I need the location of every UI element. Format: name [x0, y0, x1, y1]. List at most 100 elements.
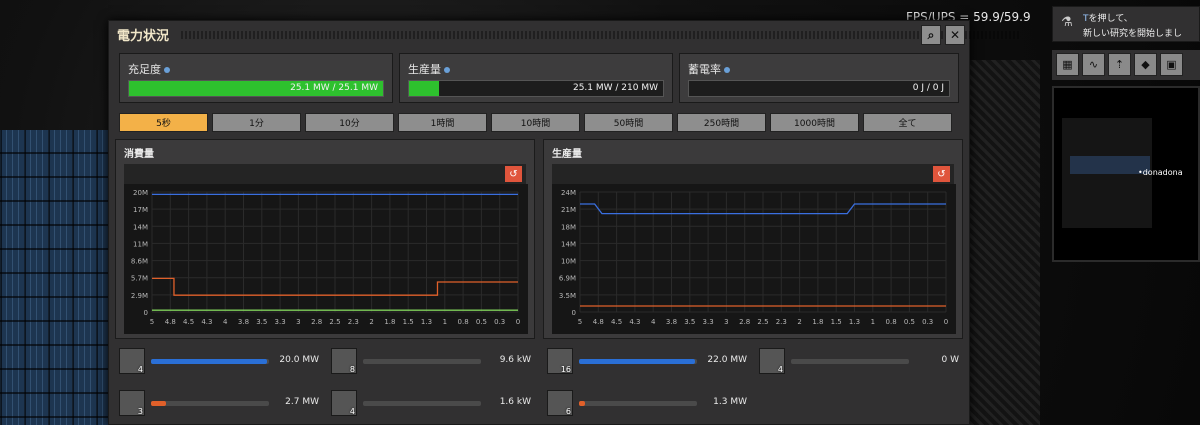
entity-count: 4 — [137, 365, 143, 374]
x-tick-label: 1 — [871, 318, 875, 326]
energy-entry[interactable]: 16 22.0 MW — [543, 346, 751, 376]
y-tick-label: 8.6M — [131, 258, 148, 266]
x-tick-label: 2.5 — [757, 318, 768, 326]
energy-entry[interactable]: 4 1.6 kW — [327, 388, 535, 418]
usage-bar-fill — [579, 359, 695, 364]
x-tick-label: 4 — [223, 318, 228, 326]
x-tick-label: 0.3 — [922, 318, 933, 326]
tab-7[interactable]: 1000時間 — [770, 113, 859, 132]
refresh-icon: ↺ — [937, 168, 946, 180]
entity-count: 4 — [777, 365, 783, 374]
search-icon: ⌕ — [927, 27, 935, 42]
entity-count: 6 — [565, 407, 571, 416]
x-tick-label: 2.8 — [311, 318, 322, 326]
x-tick-label: 3.8 — [238, 318, 249, 326]
x-tick-label: 2.3 — [776, 318, 787, 326]
x-tick-label: 1.5 — [831, 318, 842, 326]
train-button[interactable]: ▣ — [1160, 53, 1183, 76]
x-tick-label: 1.3 — [849, 318, 860, 326]
y-tick-label: 21M — [561, 206, 576, 214]
tab-2[interactable]: 10分 — [305, 113, 394, 132]
y-tick-label: 0 — [144, 309, 148, 317]
electric-network-button[interactable]: ∿ — [1082, 53, 1105, 76]
y-tick-label: 6.9M — [559, 275, 576, 283]
usage-bar-fill — [151, 359, 267, 364]
tab-3[interactable]: 1時間 — [398, 113, 487, 132]
radar-icon: 3 — [119, 390, 145, 416]
train-icon: ▣ — [1166, 58, 1177, 71]
entity-count: 8 — [349, 365, 355, 374]
usage-bar — [151, 359, 269, 364]
x-tick-label: 4.8 — [593, 318, 604, 326]
entity-count: 4 — [349, 407, 355, 416]
energy-entry[interactable]: 6 1.3 MW — [543, 388, 751, 418]
x-tick-label: 2.8 — [739, 318, 750, 326]
x-tick-label: 5 — [578, 318, 582, 326]
usage-value: 1.6 kW — [499, 397, 531, 407]
steam-engine-icon: 16 — [547, 348, 573, 374]
energy-entry[interactable]: 4 20.0 MW — [115, 346, 323, 376]
usage-value: 0 W — [941, 355, 960, 365]
x-tick-label: 2 — [369, 318, 373, 326]
energy-entry[interactable]: 3 2.7 MW — [115, 388, 323, 418]
solar-panel-icon: 6 — [547, 390, 573, 416]
tab-0[interactable]: 5秒 — [119, 113, 208, 132]
inserter-icon: 8 — [331, 348, 357, 374]
y-tick-label: 10M — [561, 258, 576, 266]
production-stats-button[interactable]: ▦ — [1056, 53, 1079, 76]
production-value: 25.1 MW / 210 MW — [572, 83, 658, 93]
y-tick-label: 2.9M — [131, 292, 148, 300]
production-graph-title: 生産量 — [552, 149, 582, 160]
usage-bar — [579, 359, 697, 364]
x-tick-label: 0.3 — [494, 318, 505, 326]
usage-value: 22.0 MW — [707, 355, 747, 365]
x-tick-label: 0.8 — [886, 318, 897, 326]
tab-8[interactable]: 全て — [863, 113, 952, 132]
usage-bar — [791, 359, 909, 364]
achievements-button[interactable]: ◆ — [1134, 53, 1157, 76]
consumption-graph[interactable]: 5 4.8 4.5 4.3 4 3.8 3.5 3.3 3 2.8 2.5 2.3 2 1.8 1.5 1.3… — [124, 184, 528, 334]
usage-value: 2.7 MW — [285, 397, 319, 407]
tab-4[interactable]: 10時間 — [491, 113, 580, 132]
x-tick-label: 3.8 — [666, 318, 677, 326]
x-tick-label: 0.5 — [476, 318, 487, 326]
x-tick-label: 4.3 — [201, 318, 212, 326]
usage-bar — [363, 359, 481, 364]
production-graph-panel: 生産量 ↺ 5 4.8 4.5 4.3 4 3.8 3.5 3.3 3 2.8 2.5 2.3 2 1.8… — [543, 139, 963, 339]
reset-zoom-button[interactable]: ↺ — [505, 166, 522, 182]
accumulator-box: 蓄電率 0 J / 0 J — [679, 53, 959, 103]
usage-value: 9.6 kW — [499, 355, 531, 365]
tech-tree-icon: ⇡ — [1114, 58, 1125, 71]
title-drag-handle[interactable] — [179, 31, 1019, 39]
tab-5[interactable]: 50時間 — [584, 113, 673, 132]
production-fill — [409, 81, 440, 96]
time-range-tabs: 5秒 1分 10分 1時間 10時間 50時間 250時間 1000時間 全て — [119, 113, 952, 132]
x-tick-label: 3 — [724, 318, 728, 326]
usage-value: 1.3 MW — [713, 397, 747, 407]
satisfaction-box: 充足度 25.1 MW / 25.1 MW — [119, 53, 393, 103]
reset-zoom-button[interactable]: ↺ — [933, 166, 950, 182]
energy-entry[interactable]: 4 0 W — [755, 346, 963, 376]
tab-1[interactable]: 1分 — [212, 113, 301, 132]
usage-bar — [579, 401, 697, 406]
tech-tree-button[interactable]: ⇡ — [1108, 53, 1131, 76]
close-button[interactable]: ✕ — [945, 25, 965, 45]
consumption-graph-toolbar: ↺ — [124, 164, 526, 184]
y-tick-label: 24M — [561, 189, 576, 197]
satisfaction-value: 25.1 MW / 25.1 MW — [290, 83, 378, 93]
close-icon: ✕ — [949, 28, 961, 42]
x-tick-label: 4.5 — [183, 318, 194, 326]
production-stats-icon: ▦ — [1062, 58, 1073, 71]
research-notice[interactable]: ⚗ Tを押して、 新しい研究を開始しまし — [1052, 6, 1200, 42]
y-tick-label: 3.5M — [559, 292, 576, 300]
tab-6[interactable]: 250時間 — [677, 113, 766, 132]
minimap[interactable]: •donadona — [1052, 86, 1200, 262]
energy-entry[interactable]: 8 9.6 kW — [327, 346, 535, 376]
rock-terrain — [960, 60, 1040, 425]
usage-bar-fill — [579, 401, 585, 406]
search-button[interactable]: ⌕ — [921, 25, 941, 45]
solar-panel-field — [0, 130, 118, 425]
production-graph[interactable]: 5 4.8 4.5 4.3 4 3.8 3.5 3.3 3 2.8 2.5 2.3 2 1.8 1.5 1.3… — [552, 184, 956, 334]
flask-icon: ⚗ — [1061, 15, 1073, 30]
production-bar: 25.1 MW / 210 MW — [408, 80, 664, 97]
